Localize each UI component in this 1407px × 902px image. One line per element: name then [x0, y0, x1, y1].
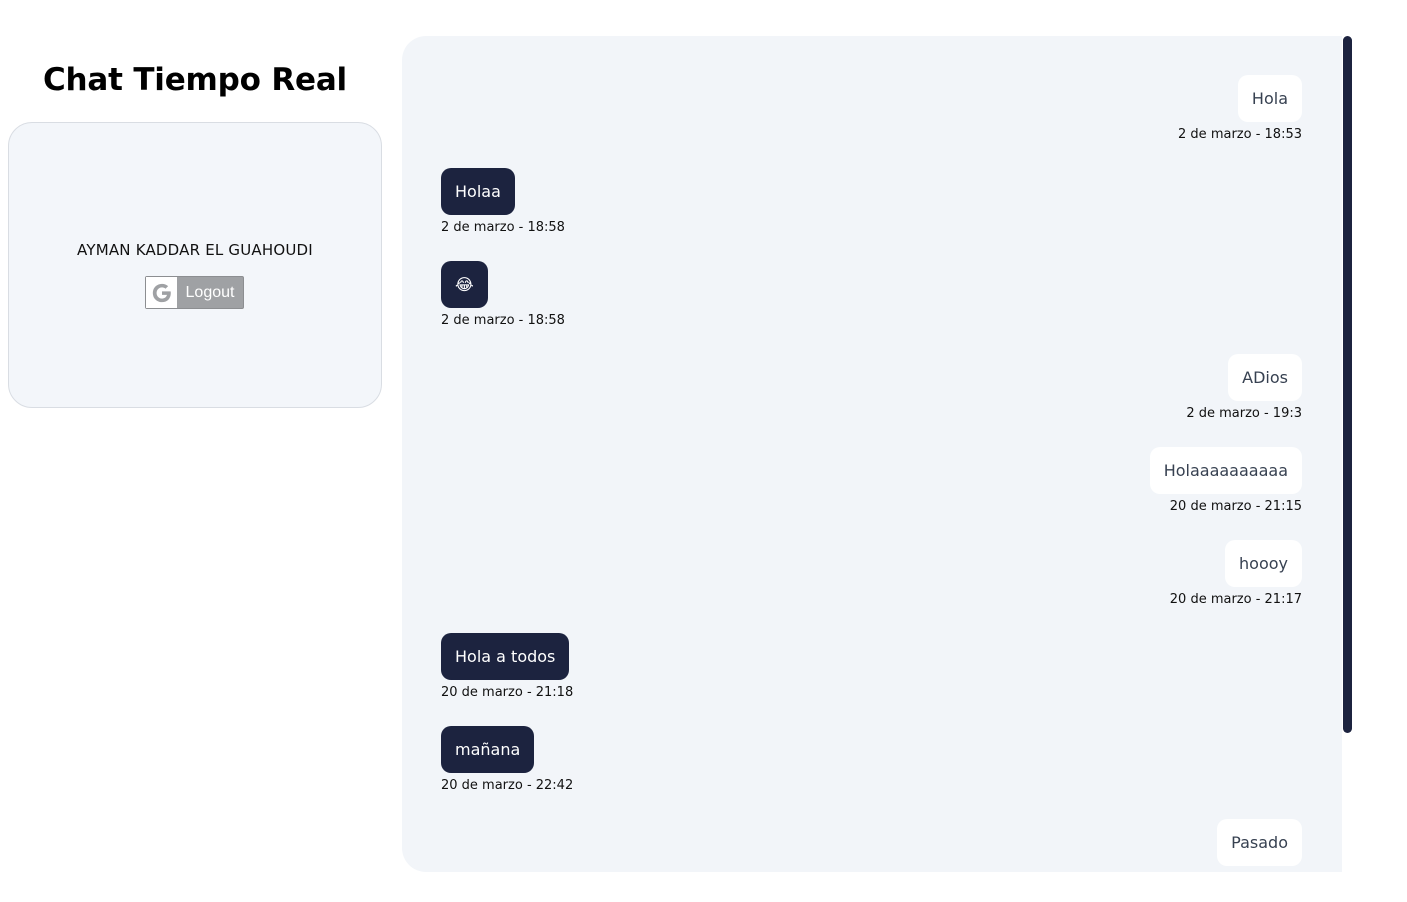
scrollbar-thumb[interactable]: [1343, 36, 1352, 733]
user-name: AYMAN KADDAR EL GUAHOUDI: [77, 241, 313, 259]
logout-label: Logout: [185, 283, 235, 301]
message-sent: Hola 2 de marzo - 18:53: [1178, 75, 1302, 143]
message-received: 😂 2 de marzo - 18:58: [441, 261, 565, 329]
message-bubble: Pasado: [1217, 819, 1302, 866]
message-sent: Holaaaaaaaaaa 20 de marzo - 21:15: [1149, 447, 1302, 515]
message-timestamp: 2 de marzo - 18:53: [1178, 127, 1302, 142]
message-timestamp: 2 de marzo - 18:58: [441, 313, 565, 328]
message-received: Hola a todos 20 de marzo - 21:18: [441, 633, 573, 701]
message-bubble: Hola a todos: [441, 633, 570, 680]
message-bubble: Holaaaaaaaaaa: [1149, 447, 1302, 494]
message-received: Holaa 2 de marzo - 18:58: [441, 168, 565, 236]
message-timestamp: 2 de marzo - 19:3: [1186, 406, 1302, 421]
profile-card: AYMAN KADDAR EL GUAHOUDI Logout: [8, 122, 382, 408]
message-timestamp: 20 de marzo - 21:15: [1169, 499, 1302, 514]
message-bubble: 😂: [441, 261, 488, 308]
google-icon: [146, 277, 177, 308]
message-sent: ADios 2 de marzo - 19:3: [1186, 354, 1302, 422]
message-sent: Pasado: [1217, 819, 1302, 871]
message-timestamp: 20 de marzo - 21:17: [1169, 592, 1302, 607]
message-bubble: mañana: [441, 726, 535, 773]
app-title: Chat Tiempo Real: [43, 62, 347, 98]
message-sent: hoooy 20 de marzo - 21:17: [1170, 540, 1302, 608]
message-bubble: Hola: [1237, 75, 1302, 122]
message-bubble: Holaa: [441, 168, 515, 215]
message-timestamp: 20 de marzo - 21:18: [441, 685, 574, 700]
message-timestamp: 20 de marzo - 22:42: [441, 778, 574, 793]
message-received: mañana 20 de marzo - 22:42: [441, 726, 573, 794]
message-bubble: hoooy: [1225, 540, 1302, 587]
chat-panel[interactable]: Hola 2 de marzo - 18:53 Holaa 2 de marzo…: [402, 36, 1342, 872]
message-timestamp: 2 de marzo - 18:58: [441, 220, 565, 235]
message-bubble: ADios: [1228, 354, 1302, 401]
logout-button[interactable]: Logout: [145, 276, 244, 309]
chat-scrollbar[interactable]: [1342, 36, 1352, 872]
